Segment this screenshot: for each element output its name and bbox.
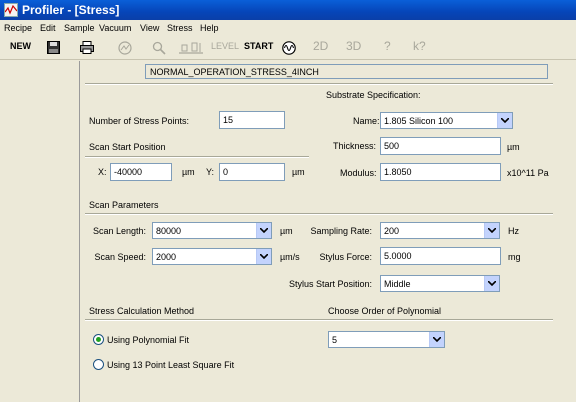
scan-length-label: Scan Length: [92, 226, 146, 236]
scan-speed-value: 2000 [156, 252, 177, 262]
level-button[interactable]: LEVEL [211, 41, 239, 51]
menu-view[interactable]: View [140, 23, 159, 33]
x-position-input[interactable] [110, 163, 172, 181]
menu-edit[interactable]: Edit [40, 23, 56, 33]
chevron-down-icon[interactable] [256, 249, 271, 264]
menu-help[interactable]: Help [200, 23, 219, 33]
least-square-fit-label[interactable]: Using 13 Point Least Square Fit [107, 360, 234, 370]
start-button[interactable]: START [244, 41, 273, 51]
left-pane [0, 61, 80, 402]
x-label: X: [98, 167, 107, 177]
print-icon[interactable] [80, 41, 94, 55]
view-3d-button[interactable]: 3D [346, 39, 361, 53]
scan-length-value: 80000 [156, 226, 182, 236]
window-title: Profiler - [Stress] [22, 3, 120, 17]
help-icon[interactable]: ? [384, 39, 391, 53]
separator [85, 83, 553, 85]
scan-params-divider [85, 213, 553, 215]
chevron-down-icon[interactable] [484, 223, 499, 238]
scan-params-heading: Scan Parameters [89, 200, 159, 210]
modulus-unit: x10^11 Pa [507, 168, 549, 178]
stylus-force-label: Stylus Force: [319, 252, 372, 262]
scan-speed-select[interactable]: 2000 [152, 248, 272, 265]
stress-calc-heading: Stress Calculation Method [89, 306, 195, 316]
whats-this-icon[interactable]: k? [413, 39, 426, 53]
scan-speed-label: Scan Speed: [94, 252, 146, 262]
thickness-label: Thickness: [333, 141, 377, 151]
new-button[interactable]: NEW [10, 41, 31, 51]
menu-recipe[interactable]: Recipe [4, 23, 32, 33]
menu-bar: Recipe Edit Sample Vacuum View Stress He… [0, 20, 576, 36]
menu-vacuum[interactable]: Vacuum [99, 23, 131, 33]
view-2d-button[interactable]: 2D [313, 39, 328, 53]
scan-start-divider [85, 156, 309, 158]
scan-length-unit: µm [280, 226, 293, 236]
scan-start-heading: Scan Start Position [89, 142, 166, 152]
chevron-down-icon[interactable] [484, 276, 499, 291]
stylus-force-unit: mg [508, 252, 521, 262]
y-label: Y: [206, 167, 215, 177]
recipe-name-field: NORMAL_OPERATION_STRESS_4INCH [145, 64, 548, 79]
sampling-rate-label: Sampling Rate: [310, 226, 372, 236]
sampling-rate-select[interactable]: 200 [380, 222, 500, 239]
chevron-down-icon[interactable] [256, 223, 271, 238]
substrate-name-value: 1.805 Silicon 100 [384, 116, 454, 126]
thickness-unit: µm [507, 142, 520, 152]
stress-points-input[interactable] [219, 111, 285, 129]
sampling-rate-value: 200 [384, 226, 400, 236]
stylus-force-input[interactable] [380, 247, 501, 265]
substrate-heading: Substrate Specification: [326, 90, 421, 100]
poly-order-value: 5 [332, 335, 338, 345]
modulus-input[interactable] [380, 163, 501, 181]
stress-points-label: Number of Stress Points: [89, 116, 190, 126]
profiler-app-icon [4, 3, 18, 17]
x-unit: µm [182, 167, 195, 177]
substrate-name-select[interactable]: 1.805 Silicon 100 [380, 112, 513, 129]
title-bar: Profiler - [Stress] [0, 0, 576, 20]
thickness-input[interactable] [380, 137, 501, 155]
toolbar: NEW LEVEL START 2D 3D ? k? [0, 36, 576, 60]
modulus-label: Modulus: [340, 168, 377, 178]
polynomial-fit-label[interactable]: Using Polynomial Fit [107, 335, 189, 345]
y-unit: µm [292, 167, 305, 177]
substrate-name-label: Name: [353, 116, 380, 126]
y-position-input[interactable] [219, 163, 285, 181]
view-scan-icon[interactable] [118, 41, 132, 55]
stress-wave-icon[interactable] [282, 41, 296, 55]
chevron-down-icon[interactable] [497, 113, 512, 128]
stylus-start-select[interactable]: Middle [380, 275, 500, 292]
stylus-start-label: Stylus Start Position: [288, 279, 372, 289]
sampling-rate-unit: Hz [508, 226, 519, 236]
menu-stress[interactable]: Stress [167, 23, 193, 33]
stylus-start-value: Middle [384, 279, 411, 289]
scan-speed-unit: µm/s [280, 252, 300, 262]
least-square-fit-radio[interactable] [93, 359, 104, 370]
chevron-down-icon[interactable] [429, 332, 444, 347]
stage-adjust-icon[interactable] [178, 41, 204, 55]
save-icon[interactable] [47, 41, 61, 55]
poly-order-select[interactable]: 5 [328, 331, 445, 348]
menu-sample[interactable]: Sample [64, 23, 95, 33]
poly-order-heading: Choose Order of Polynomial [328, 306, 442, 316]
magnifier-icon[interactable] [152, 41, 166, 55]
scan-length-select[interactable]: 80000 [152, 222, 272, 239]
polynomial-fit-radio[interactable] [93, 334, 104, 345]
stress-calc-divider [85, 319, 553, 321]
